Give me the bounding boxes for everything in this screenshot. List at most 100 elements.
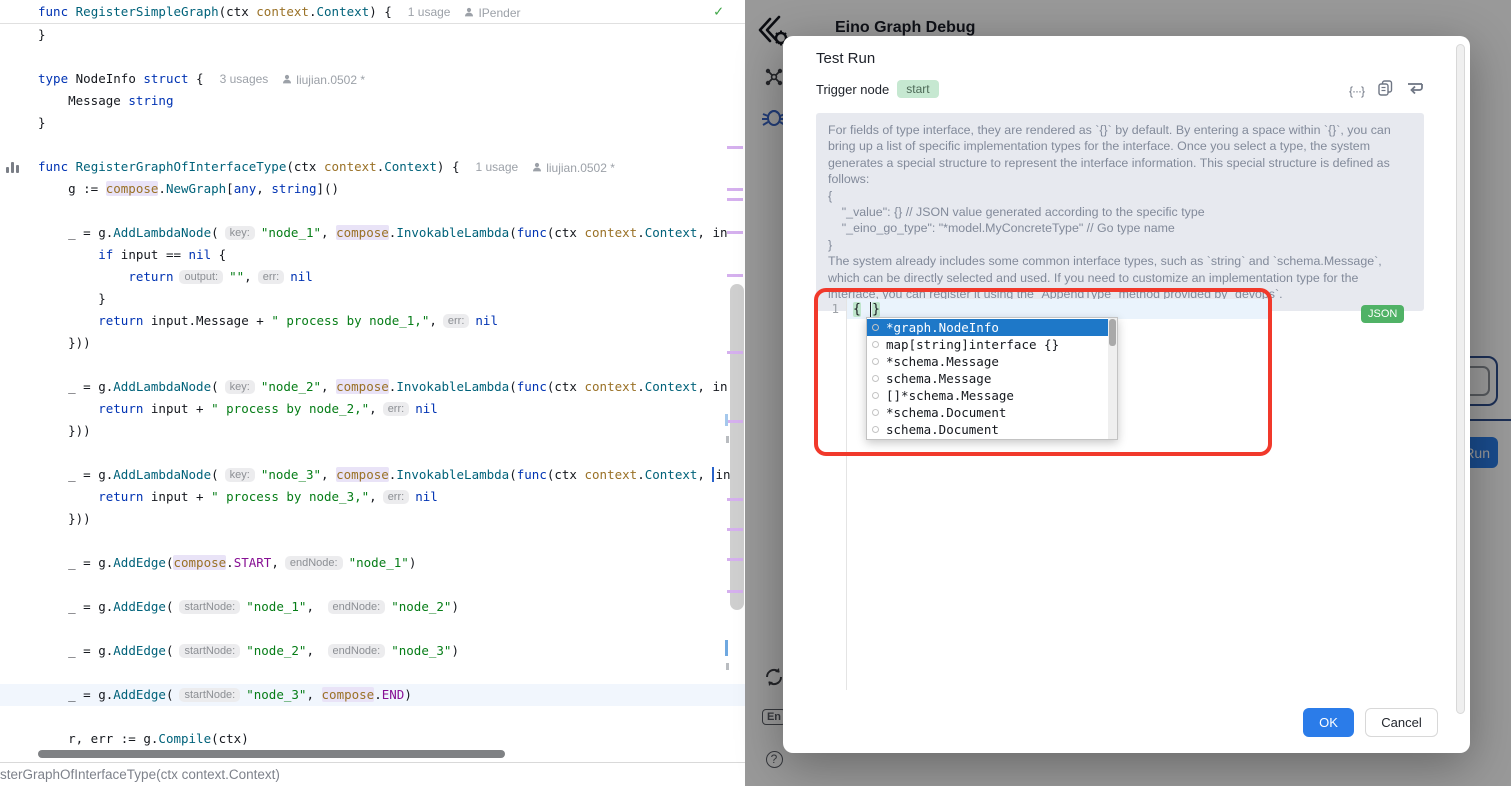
parameter-hint-chip: key: [225, 380, 255, 394]
completion-item[interactable]: schema.Message [867, 370, 1117, 387]
code-line[interactable]: func RegisterSimpleGraph(ctx context.Con… [0, 0, 745, 23]
change-marker [727, 498, 743, 501]
json-editor-line-number: 1 [823, 301, 839, 316]
breadcrumb[interactable]: sterGraphOfInterfaceType(ctx context.Con… [0, 762, 745, 786]
screen: func RegisterSimpleGraph(ctx context.Con… [0, 0, 1511, 786]
code-line[interactable] [0, 46, 745, 68]
code-line[interactable]: } [0, 288, 745, 310]
edge-tick [725, 640, 728, 656]
code-line[interactable]: return input + " process by node_2,",err… [0, 398, 745, 420]
trigger-node-badge[interactable]: start [897, 80, 938, 98]
change-marker [727, 198, 743, 201]
code-line[interactable]: })) [0, 508, 745, 530]
type-circle-icon [872, 392, 879, 399]
code-line[interactable]: } [0, 112, 745, 134]
completion-item[interactable]: map[string]interface {} [867, 336, 1117, 353]
interface-help-text: For fields of type interface, they are r… [816, 113, 1424, 311]
modal-toolbar: {···} [1349, 80, 1424, 101]
code-line[interactable]: _ = g.AddEdge(startNode:"node_3", compos… [0, 684, 745, 706]
code-line[interactable]: _ = g.AddEdge(compose.START,endNode:"nod… [0, 552, 745, 574]
graph-gutter-icon[interactable] [6, 160, 21, 173]
test-run-modal: Test Run Trigger node start {···} [783, 36, 1470, 753]
code-line[interactable]: return input.Message + " process by node… [0, 310, 745, 332]
code-line[interactable]: })) [0, 420, 745, 442]
code-line[interactable]: type NodeInfo struct {3 usagesliujian.05… [0, 68, 745, 90]
code-line[interactable]: _ = g.AddLambdaNode(key:"node_3", compos… [0, 464, 745, 486]
code-line[interactable]: g := compose.NewGraph[any, string]() [0, 178, 745, 200]
type-completion-dropdown[interactable]: *graph.NodeInfomap[string]interface {}*s… [866, 317, 1118, 440]
author-hint: liujian.0502 * [282, 69, 365, 91]
parameter-hint-chip: err: [258, 270, 285, 284]
code-line[interactable] [0, 200, 745, 222]
change-marker [727, 558, 743, 561]
code-line[interactable]: _ = g.AddEdge(startNode:"node_1", endNod… [0, 596, 745, 618]
type-circle-icon [872, 426, 879, 433]
code-line[interactable] [0, 574, 745, 596]
code-line[interactable]: } [0, 24, 745, 46]
code-line[interactable] [0, 662, 745, 684]
parameter-hint-chip: key: [225, 468, 255, 482]
change-marker [727, 188, 743, 191]
modal-title: Test Run [816, 50, 875, 67]
braces-format-icon[interactable]: {···} [1349, 84, 1364, 98]
code-line[interactable] [0, 134, 745, 156]
change-marker [727, 351, 743, 354]
parameter-hint-chip: endNode: [328, 600, 386, 614]
parameter-hint-chip: key: [225, 226, 255, 240]
parameter-hint-chip: startNode: [179, 688, 240, 702]
code-line[interactable] [0, 618, 745, 640]
editor-vertical-scrollbar[interactable] [730, 284, 744, 610]
ok-button[interactable]: OK [1303, 708, 1354, 737]
dropdown-scrollbar-thumb[interactable] [1109, 319, 1116, 346]
usage-hint: 3 usages [220, 72, 269, 86]
code-line[interactable] [0, 354, 745, 376]
editor-horizontal-scrollbar[interactable] [38, 750, 505, 758]
code-line[interactable]: func RegisterGraphOfInterfaceType(ctx co… [0, 156, 745, 178]
parameter-hint-chip: endNode: [285, 556, 343, 570]
completion-item[interactable]: []*schema.Message [867, 387, 1117, 404]
completion-item[interactable]: *schema.Message [867, 353, 1117, 370]
parameter-hint-chip: err: [383, 402, 410, 416]
type-circle-icon [872, 409, 879, 416]
code-line[interactable] [0, 706, 745, 728]
inspection-ok-icon: ✓ [714, 2, 723, 20]
code-line[interactable]: _ = g.AddLambdaNode(key:"node_1", compos… [0, 222, 745, 244]
completion-item[interactable]: *schema.Document [867, 404, 1117, 421]
code-line[interactable]: Message string [0, 90, 745, 112]
edge-tick [725, 414, 728, 426]
sticky-function-header: func RegisterSimpleGraph(ctx context.Con… [0, 0, 745, 24]
author-icon [464, 2, 474, 25]
soft-wrap-icon[interactable] [1407, 81, 1424, 100]
parameter-hint-chip: err: [443, 314, 470, 328]
json-editor-gutter-divider [846, 298, 847, 690]
change-marker [727, 274, 743, 277]
dropdown-scrollbar-track[interactable] [1108, 318, 1117, 439]
completion-item[interactable]: schema.Document [867, 421, 1117, 438]
go-code-editor[interactable]: func RegisterSimpleGraph(ctx context.Con… [0, 0, 745, 762]
code-line[interactable]: _ = g.AddLambdaNode(key:"node_2", compos… [0, 376, 745, 398]
code-line[interactable]: returnoutput:"",err:nil [0, 266, 745, 288]
edge-tick [726, 436, 729, 443]
json-language-badge: JSON [1361, 305, 1404, 323]
completion-item[interactable]: *graph.NodeInfo [867, 319, 1117, 336]
code-line[interactable]: r, err := g.Compile(ctx) [0, 728, 745, 750]
cancel-button[interactable]: Cancel [1365, 708, 1438, 737]
code-line[interactable]: return input + " process by node_3,",err… [0, 486, 745, 508]
trigger-node-row: Trigger node start [816, 80, 939, 98]
code-line[interactable] [0, 530, 745, 552]
parameter-hint-chip: endNode: [328, 644, 386, 658]
author-hint: liujian.0502 * [532, 157, 615, 179]
change-marker [727, 590, 743, 593]
code-line[interactable]: if input == nil { [0, 244, 745, 266]
copy-icon[interactable] [1378, 80, 1393, 101]
json-editor-input[interactable]: { } [853, 300, 880, 318]
type-circle-icon [872, 341, 879, 348]
parameter-hint-chip: startNode: [179, 600, 240, 614]
modal-scrollbar[interactable] [1456, 44, 1465, 714]
change-marker [727, 420, 743, 423]
code-lines: } type NodeInfo struct {3 usagesliujian.0… [0, 24, 745, 750]
code-line[interactable]: _ = g.AddEdge(startNode:"node_2", endNod… [0, 640, 745, 662]
code-line[interactable]: })) [0, 332, 745, 354]
code-line[interactable] [0, 442, 745, 464]
author-icon [532, 157, 542, 179]
